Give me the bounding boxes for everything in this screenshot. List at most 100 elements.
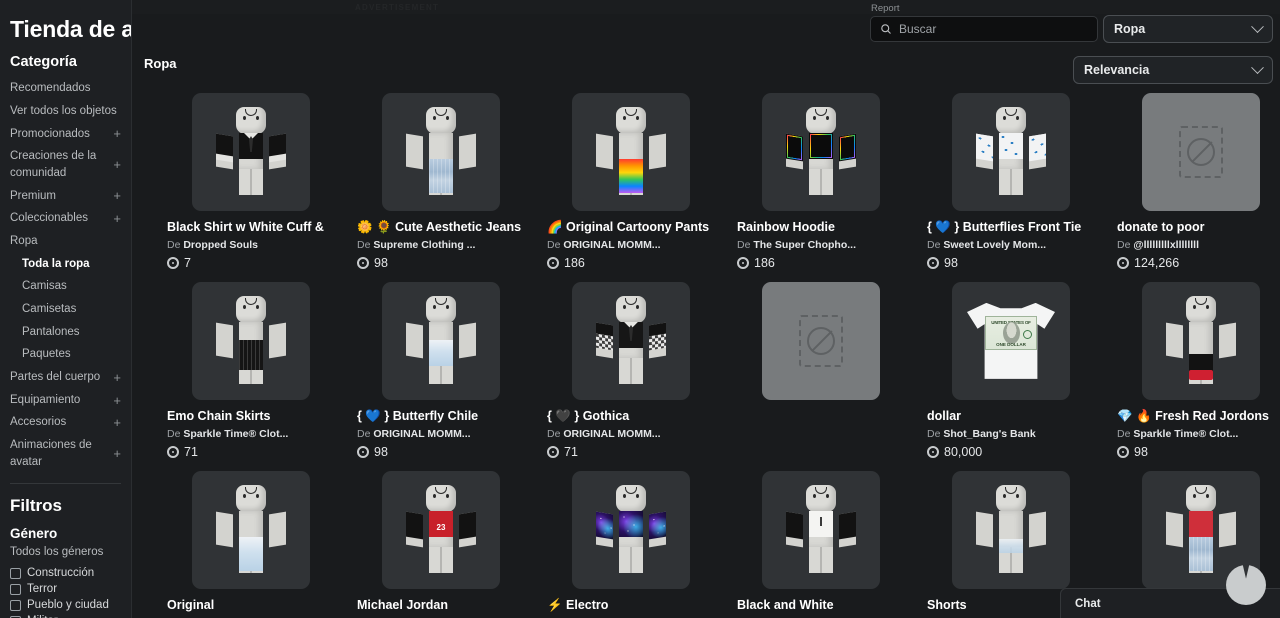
item-card[interactable]: { 💙 } Butterfly Chile De ORIGINAL MOMM...… <box>357 275 535 464</box>
sidebar-item-toda-la-ropa[interactable]: Toda la ropa <box>10 253 121 276</box>
item-price: 80,000 <box>927 445 1105 459</box>
sidebar-item-label: Premium <box>10 189 57 202</box>
item-price-value: 98 <box>1134 445 1148 460</box>
item-thumbnail[interactable] <box>572 470 690 589</box>
item-thumbnail[interactable] <box>192 281 310 400</box>
item-thumbnail[interactable] <box>572 93 690 211</box>
avatar-figure <box>572 471 690 589</box>
expand-plus-icon[interactable]: + <box>107 127 121 140</box>
item-title: 🌈 Original Cartoony Pants <box>547 220 710 234</box>
sidebar-item-label: Toda la ropa <box>22 257 90 270</box>
sidebar-item-premium[interactable]: Premium + <box>10 185 121 208</box>
genre-filter-construcci-n[interactable]: Construcción <box>10 565 121 581</box>
avatar-legs <box>239 357 263 384</box>
item-thumbnail[interactable] <box>952 93 1070 211</box>
item-thumbnail[interactable] <box>382 93 500 211</box>
sidebar-item-ver-todos-los-objetos[interactable]: Ver todos los objetos <box>10 100 121 123</box>
item-card[interactable]: Black and White <box>737 464 915 618</box>
item-price-value: 98 <box>374 445 388 460</box>
item-card[interactable]: Original <box>167 464 345 618</box>
genre-filter-terror[interactable]: Terror <box>10 581 121 597</box>
report-label: Report <box>871 3 900 14</box>
sidebar-item-camisas[interactable]: Camisas <box>10 275 121 298</box>
item-thumbnail[interactable]: 23 <box>382 470 500 589</box>
checkbox-icon[interactable] <box>10 567 21 579</box>
item-card[interactable]: Black Shirt w White Cuff & De Dropped Sou… <box>167 86 345 275</box>
expand-plus-icon[interactable]: + <box>107 447 121 460</box>
category-heading: Categoría <box>10 54 77 71</box>
checkbox-icon[interactable] <box>10 599 21 611</box>
broken-image-placeholder <box>762 281 880 400</box>
sidebar-item-label: Coleccionables <box>10 212 88 225</box>
sidebar-item-ropa[interactable]: Ropa <box>10 230 121 253</box>
sidebar-item-creaciones-de-la-comunidad[interactable]: Creaciones de la comunidad + <box>10 145 121 184</box>
item-card[interactable]: UNITED STATES OF AMERONE DOLLAR dollar De … <box>927 275 1105 464</box>
item-price-value: 186 <box>754 256 775 271</box>
genre-filter-militar[interactable]: Militar <box>10 613 121 618</box>
avatar-legs <box>239 546 263 573</box>
item-thumbnail[interactable] <box>762 93 880 211</box>
item-card[interactable]: Emo Chain Skirts De Sparkle Time® Clot...… <box>167 275 345 464</box>
expand-plus-icon[interactable]: + <box>107 394 121 407</box>
item-card[interactable]: ⚡ Electro <box>547 464 725 618</box>
expand-plus-icon[interactable]: + <box>107 212 121 225</box>
genre-filter-pueblo-y-ciudad[interactable]: Pueblo y ciudad <box>10 597 121 613</box>
item-title: Emo Chain Skirts <box>167 408 271 423</box>
sidebar-item-label: Equipamiento <box>10 393 81 406</box>
item-title: 💎 🔥 Fresh Red Jordons <box>1117 408 1269 423</box>
sidebar-item-coleccionables[interactable]: Coleccionables + <box>10 207 121 230</box>
item-thumbnail[interactable] <box>192 93 310 211</box>
item-card[interactable]: Rainbow Hoodie De The Super Chopho... 186 <box>737 86 915 275</box>
expand-plus-icon[interactable]: + <box>107 189 121 202</box>
expand-plus-icon[interactable]: + <box>107 416 121 429</box>
item-card[interactable]: { 💙 } Butterflies Front Tie De Sweet Love… <box>927 86 1105 275</box>
sidebar-item-paquetes[interactable]: Paquetes <box>10 343 121 366</box>
avatar-torso <box>619 321 643 358</box>
item-card[interactable]: 💎 🔥 Fresh Red Jordons De Sparkle Time® Cl… <box>1117 275 1280 464</box>
sidebar-item-animaciones-de-avatar[interactable]: Animaciones de avatar + <box>10 434 121 473</box>
item-card[interactable]: 🌼 🌻 Cute Aesthetic Jeans De Supreme Cloth… <box>357 86 535 275</box>
item-thumbnail[interactable] <box>1142 281 1260 400</box>
item-thumbnail[interactable] <box>572 281 690 400</box>
main-content: Report Buscar Ropa Relevancia Ropa Black… <box>132 0 1280 618</box>
expand-plus-icon[interactable]: + <box>107 371 121 384</box>
item-price: 98 <box>927 256 1105 270</box>
item-thumbnail[interactable] <box>952 470 1070 589</box>
avatar-legs <box>999 169 1023 195</box>
sidebar-item-partes-del-cuerpo[interactable]: Partes del cuerpo + <box>10 366 121 389</box>
item-card[interactable]: 23 Michael Jordan <box>357 464 535 618</box>
item-thumbnail[interactable] <box>1142 93 1260 211</box>
sidebar-item-pantalones[interactable]: Pantalones <box>10 321 121 344</box>
expand-plus-icon[interactable]: + <box>107 158 121 171</box>
item-thumbnail[interactable] <box>762 281 880 400</box>
checkbox-icon[interactable] <box>10 583 21 595</box>
avatar-figure <box>382 282 500 400</box>
sidebar-item-accesorios[interactable]: Accesorios + <box>10 411 121 434</box>
avatar-arm-left <box>1166 511 1183 548</box>
sidebar-item-promocionados[interactable]: Promocionados + <box>10 123 121 146</box>
item-thumbnail[interactable]: UNITED STATES OF AMERONE DOLLAR <box>952 281 1070 400</box>
item-thumbnail[interactable] <box>192 470 310 589</box>
sort-select[interactable]: Relevancia <box>1073 56 1273 84</box>
avatar-torso <box>1189 321 1213 358</box>
avatar-arm-right <box>1029 511 1046 548</box>
sidebar-item-recomendados[interactable]: Recomendados <box>10 77 121 100</box>
item-card[interactable]: { 🖤 } Gothica De ORIGINAL MOMM... 71 <box>547 275 725 464</box>
item-card[interactable] <box>737 275 915 464</box>
search-input[interactable]: Buscar <box>870 16 1098 42</box>
sidebar-item-equipamiento[interactable]: Equipamiento + <box>10 389 121 412</box>
robux-icon <box>357 257 369 270</box>
category-select[interactable]: Ropa <box>1103 15 1273 43</box>
item-card[interactable]: 🌈 Original Cartoony Pants De ORIGINAL MOM… <box>547 86 725 275</box>
item-thumbnail[interactable] <box>762 470 880 589</box>
avatar-arm-left <box>596 511 613 548</box>
item-card[interactable]: donate to poor De @lllllllllxllllllll 124,… <box>1117 86 1280 275</box>
avatar-arm-left <box>406 511 423 548</box>
item-grid: Black Shirt w White Cuff & De Dropped Sou… <box>132 86 1280 618</box>
advertisement-label: ADVERTISEMENT <box>355 3 440 12</box>
item-title: ⚡ Electro <box>547 597 609 612</box>
sidebar-item-camisetas[interactable]: Camisetas <box>10 298 121 321</box>
item-thumbnail[interactable] <box>382 281 500 400</box>
robux-icon <box>167 446 179 459</box>
robux-icon <box>1117 257 1129 270</box>
